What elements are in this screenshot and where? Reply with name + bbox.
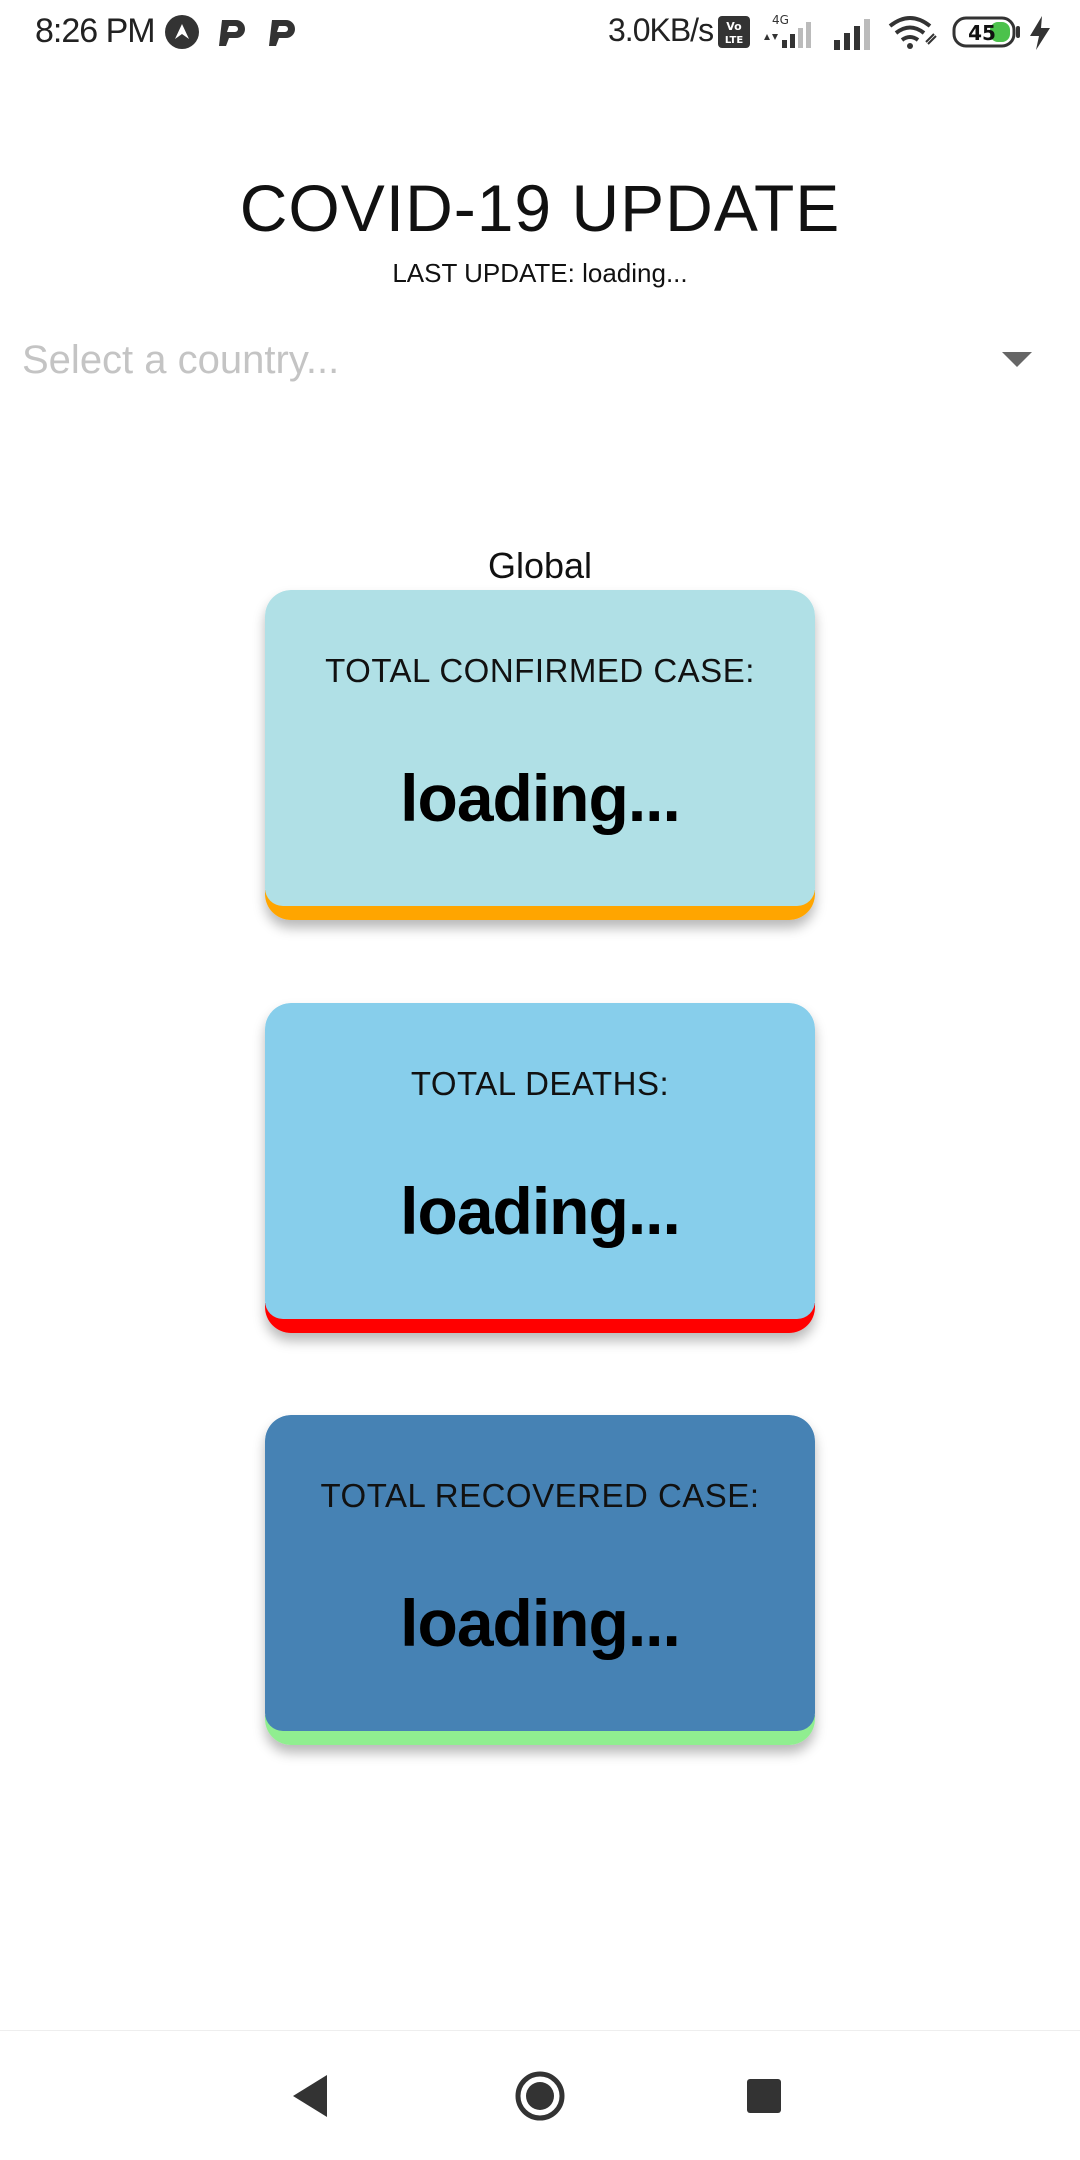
navigation-bar (0, 2030, 1080, 2160)
confirmed-value: loading... (400, 761, 681, 835)
recents-icon[interactable] (729, 2061, 799, 2131)
last-update-label: LAST UPDATE: (392, 258, 583, 288)
svg-text:Vo: Vo (726, 20, 742, 33)
recovered-card: TOTAL RECOVERED CASE: loading... (265, 1415, 815, 1745)
last-update: LAST UPDATE: loading... (0, 258, 1080, 289)
country-select-placeholder: Select a country... (22, 338, 340, 382)
status-time: 8:26 PM (35, 12, 156, 50)
region-label: Global (487, 545, 593, 586)
p-app-icon (219, 20, 245, 46)
svg-text:4G: 4G (772, 13, 789, 27)
deaths-label: TOTAL DEATHS: (410, 1065, 670, 1102)
deaths-card-body: TOTAL DEATHS: loading... (265, 1003, 815, 1319)
wifi-icon (888, 16, 937, 49)
back-icon[interactable] (277, 2061, 347, 2131)
recovered-card-body: TOTAL RECOVERED CASE: loading... (265, 1415, 815, 1731)
deaths-card: TOTAL DEATHS: loading... (265, 1003, 815, 1333)
chevron-down-icon[interactable] (1002, 352, 1032, 367)
home-icon[interactable] (505, 2061, 575, 2131)
recovered-label: TOTAL RECOVERED CASE: (320, 1477, 760, 1514)
cell-signal-icon (834, 19, 870, 50)
network-speed: 3.0KB/s (608, 12, 714, 48)
status-bar: 8:26 PM 3.0KB/s Vo LTE 4G 45 (0, 0, 1080, 66)
confirmed-card-body: TOTAL CONFIRMED CASE: loading... (265, 590, 815, 906)
page-title: COVID-19 UPDATE (239, 171, 841, 245)
battery-icon: 45 (952, 16, 1020, 48)
confirmed-label: TOTAL CONFIRMED CASE: (325, 652, 755, 689)
charging-bolt-icon (1030, 16, 1050, 50)
svg-text:45: 45 (968, 21, 996, 45)
recovered-value: loading... (400, 1586, 681, 1660)
p-app-icon (269, 20, 295, 46)
country-select[interactable]: Select a country... (22, 330, 1042, 396)
last-update-value: loading... (582, 258, 688, 288)
confirmed-card: TOTAL CONFIRMED CASE: loading... (265, 590, 815, 920)
svg-text:LTE: LTE (725, 35, 744, 46)
deaths-value: loading... (400, 1174, 681, 1248)
android-auto-icon (165, 15, 199, 49)
app-screen: 8:26 PM 3.0KB/s Vo LTE 4G 45 COVID-19 UP… (0, 0, 1080, 2160)
cell-signal-icon: 4G (764, 13, 811, 48)
volte-icon: Vo LTE (718, 16, 750, 48)
